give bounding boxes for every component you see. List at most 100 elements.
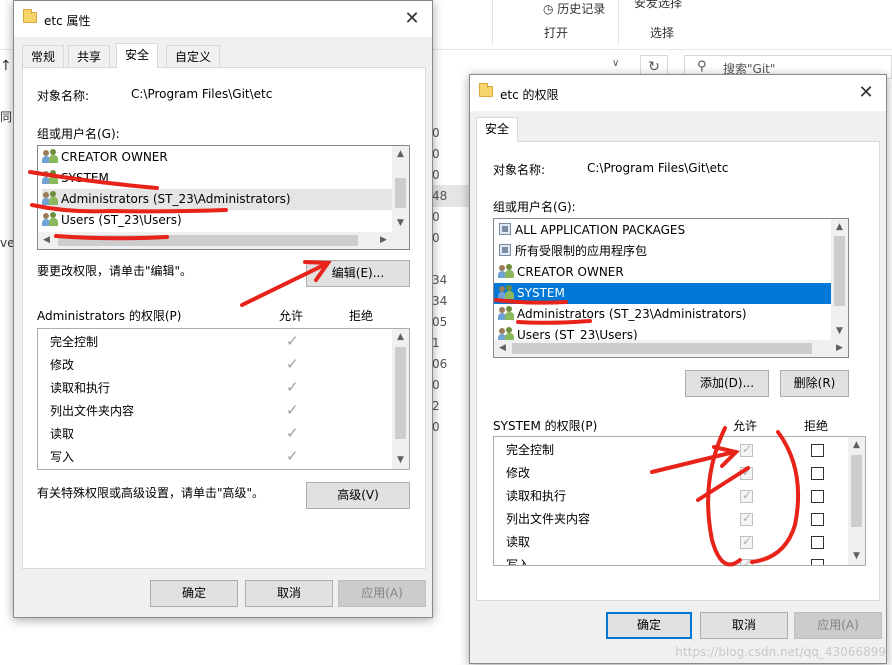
user-group-icon xyxy=(42,191,58,205)
permissions-list: 完全控制 修改 读取和执行 列出文件夹内容 读取 写入 ✓ ✓ ✓ ✓ ✓ ✓ … xyxy=(37,328,410,470)
list-item[interactable]: Users (ST_23\Users) xyxy=(42,210,182,231)
edit-button[interactable]: 编辑(E)... xyxy=(306,260,410,287)
users-hscrollbar[interactable]: ◀ ▶ xyxy=(38,232,409,249)
ok-button[interactable]: 确定 xyxy=(150,580,238,607)
list-item[interactable]: Administrators (ST_23\Administrators) xyxy=(42,189,392,210)
users-vscrollbar[interactable]: ▲ ▼ xyxy=(831,219,848,340)
permission-row: 写入 xyxy=(506,558,531,566)
scroll-up-icon[interactable]: ▲ xyxy=(392,146,409,163)
list-item[interactable]: Administrators (ST_23\Administrators) xyxy=(498,304,747,325)
users-listbox[interactable]: CREATOR OWNER SYSTEM Administrators (ST_… xyxy=(37,145,410,250)
user-group-icon xyxy=(498,327,514,341)
deny-checkbox[interactable] xyxy=(811,467,824,480)
list-item-label: SYSTEM xyxy=(517,286,565,300)
list-item-label: Administrators (ST_23\Administrators) xyxy=(61,192,291,206)
properties-titlebar: etc 属性 ✕ xyxy=(14,1,432,37)
allow-checkbox[interactable]: ✓ xyxy=(740,442,753,457)
allow-checkbox[interactable]: ✓ xyxy=(740,511,753,526)
scroll-right-icon[interactable]: ▶ xyxy=(831,340,848,357)
ribbon-history-button[interactable]: ◷ 历史记录 xyxy=(543,0,605,17)
scroll-up-icon[interactable]: ▲ xyxy=(392,329,409,346)
tab-general[interactable]: 常规 xyxy=(22,45,65,67)
scroll-right-icon[interactable]: ▶ xyxy=(375,232,392,249)
permission-row: 读取 xyxy=(506,535,531,549)
user-group-icon xyxy=(498,306,514,320)
permission-row: 修改 xyxy=(506,466,531,480)
tab-security[interactable]: 安全 xyxy=(476,117,519,142)
size-cell: 34 xyxy=(432,273,448,287)
scroll-thumb[interactable] xyxy=(834,236,845,306)
edit-hint: 要更改权限，请单击"编辑"。 xyxy=(37,264,193,278)
allow-checkbox[interactable]: ✓ xyxy=(740,557,753,565)
size-cell: 0 xyxy=(432,147,440,161)
deny-checkbox[interactable] xyxy=(811,559,824,565)
scroll-thumb[interactable] xyxy=(512,343,812,354)
deny-checkbox[interactable] xyxy=(811,513,824,526)
size-cell: 0 xyxy=(432,126,440,140)
group-users-label: 组或用户名(G): xyxy=(37,127,120,141)
allow-check-icon: ✓ xyxy=(286,355,299,373)
ok-button[interactable]: 确定 xyxy=(606,612,692,639)
list-item-selected[interactable]: SYSTEM xyxy=(494,283,831,304)
cancel-button[interactable]: 取消 xyxy=(700,612,788,639)
add-button[interactable]: 添加(D)... xyxy=(685,370,769,397)
deny-header: 拒绝 xyxy=(349,309,374,323)
advanced-button[interactable]: 高级(V) xyxy=(306,482,410,509)
close-icon[interactable]: ✕ xyxy=(392,1,432,37)
ribbon-group-select: 选择 xyxy=(650,26,675,40)
scroll-up-icon[interactable]: ▲ xyxy=(848,437,865,454)
perm-vscrollbar[interactable]: ▲ ▼ xyxy=(392,329,409,469)
address-dropdown-icon[interactable]: ∨ xyxy=(612,58,619,69)
scroll-up-icon[interactable]: ▲ xyxy=(831,219,848,236)
list-item[interactable]: SYSTEM xyxy=(42,168,109,189)
remove-button[interactable]: 删除(R) xyxy=(780,370,849,397)
scroll-left-icon[interactable]: ◀ xyxy=(494,340,511,357)
size-cell: 0 xyxy=(432,210,440,224)
tab-security[interactable]: 安全 xyxy=(116,43,159,68)
allow-check-icon: ✓ xyxy=(286,401,299,419)
close-icon[interactable]: ✕ xyxy=(846,75,886,111)
scroll-thumb[interactable] xyxy=(395,347,406,439)
apply-button[interactable]: 应用(A) xyxy=(794,612,882,639)
users-listbox[interactable]: ALL APPLICATION PACKAGES 所有受限制的应用程序包 CRE… xyxy=(493,218,849,358)
allow-checkbox[interactable]: ✓ xyxy=(740,534,753,549)
permissions-list: 完全控制 修改 读取和执行 列出文件夹内容 读取 写入 ✓ ✓ ✓ ✓ ✓ ✓ … xyxy=(493,436,866,566)
tab-sharing[interactable]: 共享 xyxy=(68,45,111,67)
scroll-thumb[interactable] xyxy=(395,178,406,208)
ribbon-group-open: 打开 xyxy=(544,26,569,40)
check-icon: ✓ xyxy=(742,465,753,479)
scroll-thumb[interactable] xyxy=(58,235,358,246)
users-hscrollbar[interactable]: ◀ ▶ xyxy=(494,340,848,357)
up-arrow-icon[interactable]: ↑ xyxy=(0,58,12,74)
scroll-left-icon[interactable]: ◀ xyxy=(38,232,55,249)
permission-row: 写入 xyxy=(50,450,75,464)
cancel-button[interactable]: 取消 xyxy=(245,580,333,607)
list-item[interactable]: ALL APPLICATION PACKAGES xyxy=(498,220,685,241)
apply-button[interactable]: 应用(A) xyxy=(338,580,426,607)
allow-checkbox[interactable]: ✓ xyxy=(740,465,753,480)
folder-icon xyxy=(479,83,493,97)
list-item[interactable]: CREATOR OWNER xyxy=(42,147,168,168)
scroll-down-icon[interactable]: ▼ xyxy=(848,548,865,565)
ribbon-properties-fragment[interactable]: 安叐选择 xyxy=(634,0,682,11)
users-vscrollbar[interactable]: ▲ ▼ xyxy=(392,146,409,232)
deny-checkbox[interactable] xyxy=(811,444,824,457)
allow-check-icon: ✓ xyxy=(286,332,299,350)
perm-vscrollbar[interactable]: ▲ ▼ xyxy=(848,437,865,565)
scroll-down-icon[interactable]: ▼ xyxy=(392,215,409,232)
list-item[interactable]: CREATOR OWNER xyxy=(498,262,624,283)
allow-checkbox[interactable]: ✓ xyxy=(740,488,753,503)
deny-checkbox[interactable] xyxy=(811,490,824,503)
check-icon: ✓ xyxy=(742,511,753,525)
scroll-down-icon[interactable]: ▼ xyxy=(831,323,848,340)
tab-customize[interactable]: 自定义 xyxy=(166,45,221,67)
explorer-nav-pane: ↑ 同 ve xyxy=(0,50,14,665)
watermark: https://blog.csdn.net/qq_43066899 xyxy=(675,645,886,659)
object-name-value: C:\Program Files\Git\etc xyxy=(587,161,729,175)
ribbon-separator xyxy=(492,0,493,46)
scroll-thumb[interactable] xyxy=(851,455,862,527)
deny-checkbox[interactable] xyxy=(811,536,824,549)
scroll-down-icon[interactable]: ▼ xyxy=(392,452,409,469)
list-item[interactable]: 所有受限制的应用程序包 xyxy=(498,241,647,262)
object-name-label: 对象名称: xyxy=(37,89,90,103)
